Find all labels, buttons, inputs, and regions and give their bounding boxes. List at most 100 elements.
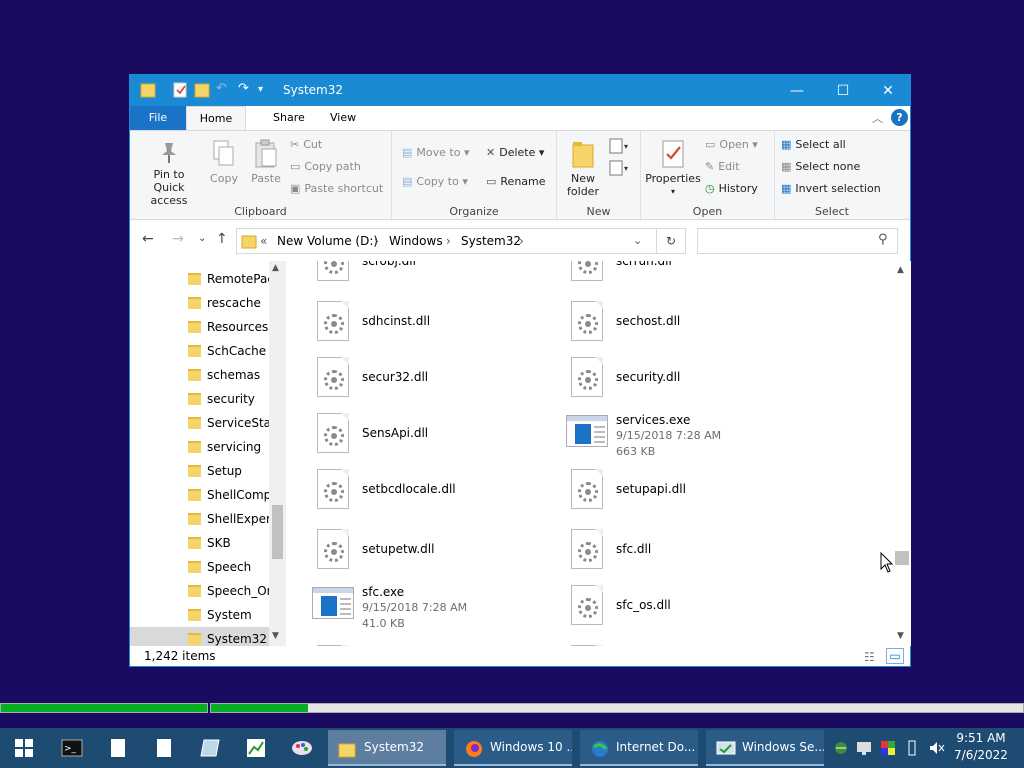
- history-button[interactable]: ◷ History: [705, 179, 758, 199]
- breadcrumb-drive[interactable]: New Volume (D:): [277, 234, 378, 248]
- cut-button[interactable]: ✂ Cut: [290, 135, 322, 155]
- close-button[interactable]: ✕: [865, 75, 911, 106]
- scroll-up-icon[interactable]: ▲: [897, 265, 904, 275]
- breadcrumb-overflow[interactable]: «: [260, 234, 267, 248]
- chart-icon[interactable]: [236, 728, 276, 768]
- recent-locations-button[interactable]: ⌄: [198, 233, 206, 244]
- nav-item[interactable]: ShellCompo: [130, 483, 270, 507]
- file-item[interactable]: setupetw.dll: [312, 529, 562, 579]
- file-item[interactable]: sfc_os.dll: [566, 585, 816, 635]
- easy-access-icon[interactable]: ▾: [607, 159, 633, 182]
- search-input[interactable]: [702, 232, 872, 250]
- file-item[interactable]: sechost.dll: [566, 301, 816, 351]
- scroll-down-icon[interactable]: ▼: [272, 631, 279, 641]
- file-item[interactable]: setbcdlocale.dll: [312, 469, 562, 519]
- open-button[interactable]: ▭ Open ▾: [705, 135, 758, 155]
- network-tray-icon[interactable]: [832, 740, 850, 759]
- nav-item[interactable]: SKB: [130, 531, 270, 555]
- nav-item[interactable]: ShellExperie: [130, 507, 270, 531]
- new-folder-qat-icon[interactable]: [194, 81, 210, 99]
- nav-item[interactable]: Resources: [130, 315, 270, 339]
- file-item[interactable]: sfc.exe 9/15/2018 7:28 AM 41.0 KB: [312, 585, 562, 635]
- copy-to-button[interactable]: ▤ Copy to ▾: [402, 172, 468, 192]
- help-icon[interactable]: ?: [891, 109, 908, 126]
- select-none-button[interactable]: ▦ Select none: [781, 157, 860, 177]
- nav-item[interactable]: System: [130, 603, 270, 627]
- file-icon[interactable]: [98, 728, 138, 768]
- properties-button[interactable]: Properties ▾: [645, 139, 701, 198]
- tablet-icon[interactable]: [190, 728, 230, 768]
- refresh-button[interactable]: ↻: [656, 228, 686, 254]
- maximize-button[interactable]: ☐: [820, 75, 866, 106]
- new-folder-button[interactable]: New folder: [563, 139, 603, 198]
- breadcrumb-separator[interactable]: ›: [374, 234, 379, 248]
- file-item[interactable]: sdhcinst.dll: [312, 301, 562, 351]
- file-item[interactable]: scrobj.dll: [312, 261, 562, 291]
- details-view-icon[interactable]: ☷: [864, 647, 875, 667]
- usb-tray-icon[interactable]: [906, 740, 918, 759]
- nav-scroll-thumb[interactable]: [272, 505, 283, 559]
- nav-item[interactable]: ServiceState: [130, 411, 270, 435]
- tab-share[interactable]: Share: [259, 106, 319, 130]
- large-icons-view-icon[interactable]: ▭: [886, 648, 904, 664]
- scroll-down-icon[interactable]: ▼: [897, 631, 904, 641]
- delete-button[interactable]: ✕ Delete ▾: [486, 143, 544, 163]
- nav-item[interactable]: Setup: [130, 459, 270, 483]
- nav-item[interactable]: security: [130, 387, 270, 411]
- search-box[interactable]: ⚲: [697, 228, 898, 254]
- taskbar-task[interactable]: Windows Se...: [706, 730, 824, 766]
- collapse-ribbon-icon[interactable]: ︿: [872, 110, 883, 126]
- file-item[interactable]: setupapi.dll: [566, 469, 816, 519]
- start-button[interactable]: [4, 728, 44, 768]
- content-scroll-thumb[interactable]: [895, 551, 909, 565]
- nav-item[interactable]: schemas: [130, 363, 270, 387]
- breadcrumb-separator[interactable]: ›: [519, 234, 524, 248]
- nav-scrollbar[interactable]: ▲ ▼: [269, 261, 286, 646]
- taskbar-task[interactable]: Windows 10 ...: [454, 730, 572, 766]
- file-icon-2[interactable]: [144, 728, 184, 768]
- nav-item[interactable]: rescache: [130, 291, 270, 315]
- paint-icon[interactable]: [282, 728, 322, 768]
- redo-icon[interactable]: ↷: [238, 81, 254, 99]
- invert-selection-button[interactable]: ▦ Invert selection: [781, 179, 881, 199]
- breadcrumb-windows[interactable]: Windows: [389, 234, 443, 248]
- tab-view[interactable]: View: [316, 106, 370, 130]
- file-item[interactable]: secur32.dll: [312, 357, 562, 407]
- nav-item[interactable]: RemotePacl: [130, 267, 270, 291]
- copy-path-button[interactable]: ▭ Copy path: [290, 157, 361, 177]
- taskbar-task[interactable]: Internet Do...: [580, 730, 698, 766]
- nav-item[interactable]: Speech_One: [130, 579, 270, 603]
- pin-quick-access-button[interactable]: Pin to Quick access: [134, 139, 204, 207]
- move-to-button[interactable]: ▤ Move to ▾: [402, 143, 469, 163]
- title-bar[interactable]: ↶ ↷ ▾ System32 — ☐ ✕: [130, 75, 910, 106]
- customize-qat-icon[interactable]: ▾: [258, 84, 274, 102]
- select-all-button[interactable]: ▦ Select all: [781, 135, 846, 155]
- file-item[interactable]: sfc.dll: [566, 529, 816, 579]
- breadcrumb-separator[interactable]: ›: [446, 234, 451, 248]
- paste-shortcut-button[interactable]: ▣ Paste shortcut: [290, 179, 383, 199]
- address-bar[interactable]: « New Volume (D:) › Windows › System32 ›…: [236, 228, 686, 254]
- file-item[interactable]: SensApi.dll: [312, 413, 562, 463]
- file-item[interactable]: security.dll: [566, 357, 816, 407]
- rename-button[interactable]: ▭ Rename: [486, 172, 546, 192]
- nav-item[interactable]: servicing: [130, 435, 270, 459]
- content-scrollbar[interactable]: ▲ ▼: [894, 261, 911, 646]
- nav-item[interactable]: System32: [130, 627, 270, 646]
- volume-muted-icon[interactable]: [928, 740, 946, 759]
- back-button[interactable]: ←: [142, 231, 154, 247]
- up-button[interactable]: ↑: [216, 231, 228, 247]
- edit-button[interactable]: ✎ Edit: [705, 157, 740, 177]
- color-tray-icon[interactable]: [880, 740, 896, 759]
- new-item-icon[interactable]: ▾: [607, 137, 633, 160]
- file-item[interactable]: scrrun.dll: [566, 261, 816, 291]
- taskbar-task[interactable]: System32: [328, 730, 446, 766]
- breadcrumb-system32[interactable]: System32: [461, 234, 521, 248]
- tab-home[interactable]: Home: [186, 106, 246, 131]
- nav-item[interactable]: Speech: [130, 555, 270, 579]
- forward-button[interactable]: →: [172, 231, 184, 247]
- clock[interactable]: 9:51 AM 7/6/2022: [948, 730, 1014, 764]
- file-item[interactable]: services.exe 9/15/2018 7:28 AM 663 KB: [566, 413, 816, 463]
- nav-item[interactable]: SchCache: [130, 339, 270, 363]
- address-dropdown-icon[interactable]: ⌄: [633, 234, 642, 247]
- display-tray-icon[interactable]: [856, 740, 872, 759]
